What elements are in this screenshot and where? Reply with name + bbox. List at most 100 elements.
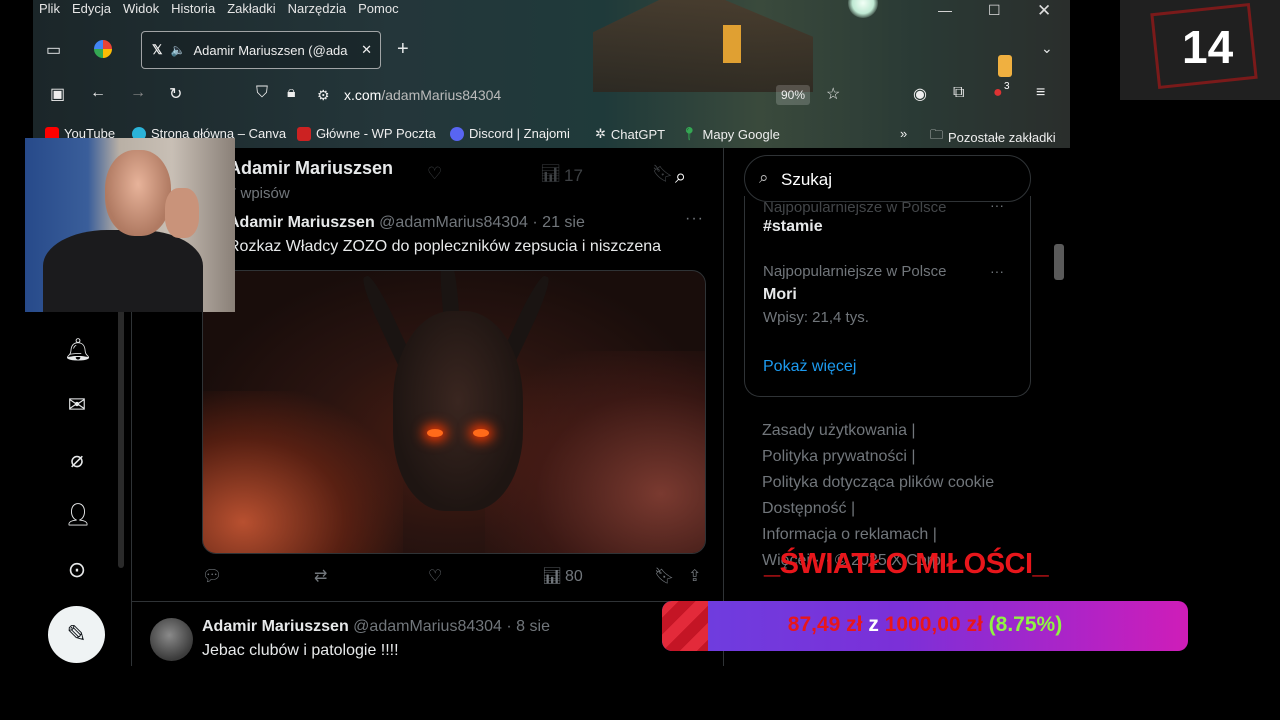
counter-number: 14 [1182, 21, 1234, 73]
tab-strip: ▭ 𝕏 🔈 Adamir Mariuszsen (@ada ✕ + ⌄ [33, 30, 1070, 70]
search-input[interactable]: ⌕ Szukaj [744, 155, 1031, 202]
menu-bookmarks[interactable]: Zakładki [221, 0, 281, 20]
share-icon[interactable]: ⇪ [688, 566, 701, 586]
wp-icon [297, 126, 311, 141]
menu-bar: Plik Edycja Widok Historia Zakładki Narz… [33, 0, 405, 20]
reply-icon[interactable]: 💬︎ [202, 566, 222, 586]
address-bar[interactable]: x.com/adamMarius84304 [344, 87, 501, 103]
menu-view[interactable]: Widok [117, 0, 165, 20]
footer-terms[interactable]: Zasady użytkowania | [762, 418, 994, 444]
compose-post-button[interactable]: ✎ [48, 606, 105, 663]
notifications-icon[interactable]: 🔔︎ [64, 337, 92, 363]
menu-hamburger-icon[interactable]: ≡ [1036, 84, 1045, 102]
bookmark-wp-poczta[interactable]: Główne - WP Poczta [297, 126, 436, 141]
footer-ads-info[interactable]: Informacja o reklamach | [762, 522, 994, 548]
show-more-link[interactable]: Pokaż więcej [763, 358, 856, 376]
back-icon[interactable]: ← [90, 84, 106, 102]
maximize-icon[interactable]: ☐ [988, 2, 1001, 19]
profile-name: Adamir Mariuszsen [228, 158, 394, 178]
permissions-icon[interactable]: ⚙ [317, 87, 330, 104]
views-count: 80 [565, 568, 583, 585]
tab-overview-icon[interactable]: ▭ [46, 40, 61, 60]
google-tab-icon[interactable] [94, 40, 112, 58]
account-icon[interactable]: ◉ [913, 84, 927, 104]
footer-cookies[interactable]: Polityka dotycząca plików cookie [762, 470, 994, 496]
image-smoke-left [203, 391, 403, 553]
profile-post-count: 7 wpisów [228, 185, 290, 202]
speaker-icon[interactable]: 🔈 [170, 43, 185, 57]
tweet-author-handle[interactable]: @adamMarius84304 [379, 214, 528, 231]
trend-posts: Wpisy: 21,4 tys. [763, 309, 869, 326]
minimize-icon[interactable]: — [938, 2, 952, 18]
tweet-more-icon[interactable]: ··· [685, 210, 704, 228]
menu-file[interactable]: Plik [33, 0, 66, 20]
tweet-date[interactable]: · 21 sie [532, 214, 584, 231]
shield-icon[interactable]: ⛉ [256, 84, 268, 102]
trend-name[interactable]: #stamie [763, 218, 823, 236]
feather-plus-icon: ✎ [66, 621, 87, 648]
tweet2-header: Adamir Mariuszsen @adamMarius84304 · 8 s… [202, 618, 550, 636]
menu-tools[interactable]: Narzędzia [282, 0, 353, 20]
tweet2-date[interactable]: · 8 sie [506, 618, 550, 635]
more-icon[interactable]: ⊙ [64, 557, 90, 583]
footer-privacy[interactable]: Polityka prywatności | [762, 444, 994, 470]
tweet-text: Rozkaz Władcy ZOZO do popleczników zepsu… [228, 238, 662, 255]
bookmark-google-maps[interactable]: 📍︎ Mapy Google [681, 126, 780, 142]
bookmark-star-icon[interactable]: ☆ [826, 84, 840, 104]
tab-close-icon[interactable]: ✕ [361, 42, 372, 58]
url-path: /adamMarius84304 [381, 87, 502, 103]
tweet2-author-handle[interactable]: @adamMarius84304 [353, 618, 502, 635]
zoom-level[interactable]: 90% [776, 85, 811, 105]
discord-icon [450, 126, 464, 141]
trend-more-icon[interactable]: ··· [990, 263, 1004, 279]
extensions-icon[interactable]: ⧉ [953, 84, 964, 102]
active-tab[interactable]: 𝕏 🔈 Adamir Mariuszsen (@ada ✕ [141, 31, 381, 69]
tab-title: Adamir Mariuszsen (@ada [193, 42, 348, 58]
tweet-divider [132, 601, 725, 602]
reload-icon[interactable]: ↻ [169, 84, 182, 104]
stream-counter: 14 [1120, 0, 1280, 100]
tweet2-author-name[interactable]: Adamir Mariuszsen [202, 618, 349, 635]
extension-icon[interactable]: ● [993, 84, 1003, 102]
messages-icon[interactable]: ✉ [64, 392, 90, 418]
tweet-author-name[interactable]: Adamir Mariuszsen [228, 214, 375, 231]
menu-help[interactable]: Pomoc [352, 0, 404, 20]
webcam-person-head [105, 150, 171, 236]
menu-edit[interactable]: Edycja [66, 0, 117, 20]
x-logo-icon: 𝕏 [152, 42, 163, 57]
right-scrollbar[interactable] [1054, 244, 1064, 280]
tab-list-chevron-icon[interactable]: ⌄ [1041, 40, 1053, 57]
views-icon[interactable]: 📊︎ [542, 566, 562, 586]
bookmark-icon[interactable]: 🔖︎ [654, 566, 674, 586]
image-demon-head [393, 311, 523, 511]
footer-accessibility[interactable]: Dostępność | [762, 496, 994, 522]
new-tab-icon[interactable]: + [397, 38, 409, 61]
forward-icon[interactable]: → [130, 84, 146, 102]
bookmarks-overflow-icon[interactable]: » [900, 126, 907, 141]
like-icon[interactable]: ♡ [428, 566, 442, 586]
close-window-icon[interactable]: ✕ [1037, 1, 1051, 21]
bookmark-discord[interactable]: Discord | Znajomi [450, 126, 570, 141]
sidebar-toggle-icon[interactable]: ▣ [50, 84, 65, 104]
search-icon[interactable]: ⌕ [675, 166, 686, 189]
grok-icon[interactable]: ⌀ [64, 447, 90, 473]
avatar[interactable] [150, 618, 193, 661]
retweet-icon[interactable]: ⇄ [314, 566, 327, 586]
theme-moon [848, 0, 878, 18]
lock-icon[interactable]: 🔒︎ [287, 84, 296, 102]
profile-icon[interactable]: 👤︎ [64, 502, 92, 528]
tweet2-text: Jebac clubów i patologie !!!! [202, 642, 399, 659]
menu-history[interactable]: Historia [165, 0, 221, 20]
bookmark-chatgpt[interactable]: ✲ ChatGPT [595, 126, 665, 142]
trend-name[interactable]: Mori [763, 286, 797, 304]
tweet-image-demon[interactable] [202, 270, 706, 554]
goal-raised: 87,49 zł [787, 613, 863, 636]
goal-target: 1000,00 zł [884, 613, 983, 636]
donation-goal-bar: 87,49 zł z 1000,00 zł (8.75%) [662, 601, 1188, 651]
folder-icon: 🗀 [930, 127, 944, 142]
faded-bookmark-icon: 🔖︎ [652, 164, 674, 183]
url-domain: x.com [344, 87, 382, 103]
trend-category: Najpopularniejsze w Polsce [763, 263, 947, 280]
bookmark-other-folder[interactable]: 🗀 Pozostałe zakładki [930, 126, 1056, 148]
search-input-icon: ⌕ [759, 168, 769, 187]
